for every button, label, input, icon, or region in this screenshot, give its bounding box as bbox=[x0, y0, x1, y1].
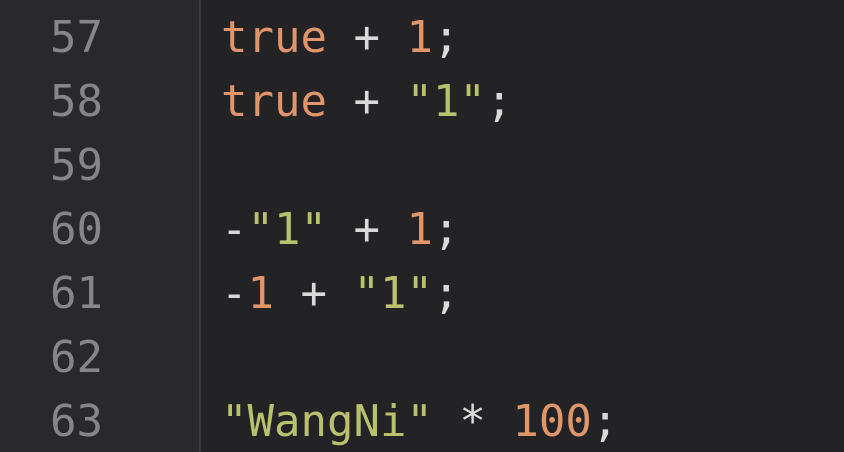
line-number: 62 bbox=[50, 332, 103, 383]
code-token-number: 1 bbox=[406, 12, 433, 63]
line-number: 59 bbox=[50, 140, 103, 191]
code-token-op: + bbox=[326, 204, 407, 255]
code-token-string: "1" bbox=[247, 204, 327, 255]
code-token-op: + bbox=[274, 268, 354, 319]
code-token-number: 1 bbox=[406, 204, 433, 255]
code-token-keyword: true bbox=[221, 12, 327, 63]
code-text[interactable]: -"1" + 1; bbox=[221, 198, 459, 262]
code-token-op: + bbox=[326, 12, 407, 63]
line-number: 61 bbox=[50, 268, 103, 319]
code-token-number: 100 bbox=[512, 396, 592, 447]
code-token-string: "1" bbox=[353, 268, 433, 319]
code-token-punct: ; bbox=[432, 204, 460, 255]
code-token-string: "1" bbox=[406, 76, 486, 127]
code-token-op: - bbox=[221, 204, 248, 255]
code-line[interactable]: 61 -1 + "1"; bbox=[0, 262, 844, 326]
code-text[interactable]: "WangNi" * 100; bbox=[221, 390, 618, 452]
code-line[interactable]: 57 true + 1; bbox=[0, 6, 844, 70]
code-editor[interactable]: 57 true + 1; 58 true + "1"; 59 60 -"1" + 1; 61-… bbox=[0, 0, 844, 452]
code-token-op: - bbox=[221, 268, 248, 319]
code-token-punct: ; bbox=[432, 12, 460, 63]
code-token-op: * bbox=[432, 396, 513, 447]
code-token-string: "WangNi" bbox=[221, 396, 433, 447]
code-token-punct: ; bbox=[591, 396, 619, 447]
code-token-number: 1 bbox=[247, 268, 275, 319]
code-line[interactable]: 60 -"1" + 1; bbox=[0, 198, 844, 262]
code-token-op: + bbox=[326, 76, 407, 127]
line-number: 58 bbox=[50, 76, 103, 127]
code-token-punct: ; bbox=[432, 268, 460, 319]
code-text[interactable]: true + 1; bbox=[221, 6, 459, 70]
code-text[interactable]: true + "1"; bbox=[221, 70, 512, 134]
code-line[interactable]: 59 bbox=[0, 134, 844, 198]
code-line[interactable]: 58 true + "1"; bbox=[0, 70, 844, 134]
line-number: 57 bbox=[50, 12, 103, 63]
code-line[interactable]: 62 bbox=[0, 326, 844, 390]
line-number: 60 bbox=[50, 204, 103, 255]
line-number: 63 bbox=[50, 396, 103, 447]
code-token-punct: ; bbox=[485, 76, 513, 127]
code-token-keyword: true bbox=[221, 76, 327, 127]
code-text[interactable]: -1 + "1"; bbox=[221, 262, 459, 326]
code-line[interactable]: 63 "WangNi" * 100; bbox=[0, 390, 844, 452]
